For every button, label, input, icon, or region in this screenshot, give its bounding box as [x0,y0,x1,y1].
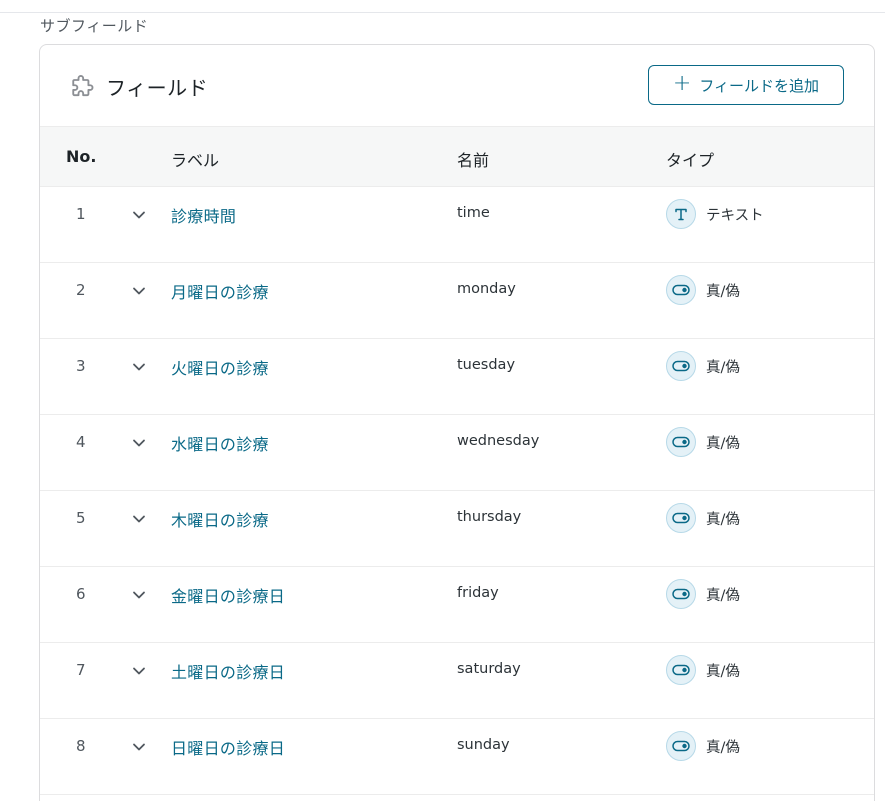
field-label-link[interactable]: 木曜日の診療 [171,507,269,531]
field-label-link[interactable]: 土曜日の診療日 [171,659,285,683]
chevron-down-icon[interactable] [131,435,147,451]
text-type-icon [666,199,696,229]
toggle-type-icon [666,351,696,381]
row-number: 4 [76,433,86,451]
row-number: 3 [76,357,86,375]
table-row: 1 診療時間 time テキスト [40,187,874,263]
field-type: 真/偽 [706,740,740,756]
toggle-type-icon [666,579,696,609]
add-field-button-label: フィールドを追加 [699,76,820,95]
column-header-name: 名前 [457,151,490,170]
field-label-link[interactable]: 日曜日の診療日 [171,735,285,759]
field-label-link[interactable]: 月曜日の診療 [171,279,269,303]
row-number: 1 [76,205,86,223]
field-type: 真/偽 [706,588,740,604]
row-number: 8 [76,737,86,755]
chevron-down-icon[interactable] [131,739,147,755]
row-number: 6 [76,585,86,603]
fields-panel: フィールド + フィールドを追加 No. ラベル 名前 タイプ 1 診療時間 tim… [39,44,875,801]
toggle-type-icon [666,655,696,685]
field-name: tuesday [457,357,516,373]
chevron-down-icon[interactable] [131,359,147,375]
field-name: wednesday [457,433,540,449]
chevron-down-icon[interactable] [131,663,147,679]
puzzle-icon [68,73,96,101]
field-type: 真/偽 [706,664,740,680]
toggle-type-icon [666,427,696,457]
table-row: 2 月曜日の診療 monday 真/偽 [40,263,874,339]
section-label: サブフィールド [40,17,149,35]
add-field-button[interactable]: + フィールドを追加 [648,65,844,105]
field-name: saturday [457,661,521,677]
table-row: 7 土曜日の診療日 saturday 真/偽 [40,643,874,719]
chevron-down-icon[interactable] [131,207,147,223]
field-label-link[interactable]: 水曜日の診療 [171,431,269,455]
field-type: 真/偽 [706,512,740,528]
field-type: テキスト [706,208,764,224]
toggle-type-icon [666,731,696,761]
field-type: 真/偽 [706,436,740,452]
panel-header: フィールド + フィールドを追加 [40,45,874,126]
toggle-type-icon [666,275,696,305]
field-type: 真/偽 [706,360,740,376]
table-row: 5 木曜日の診療 thursday 真/偽 [40,491,874,567]
table-row: 3 火曜日の診療 tuesday 真/偽 [40,339,874,415]
table-body: 1 診療時間 time テキスト 2 月曜日の診療 monday 真/偽 3 火曜日の診療 tues… [40,187,874,795]
table-row: 8 日曜日の診療日 sunday 真/偽 [40,719,874,795]
top-divider [0,12,885,13]
field-label-link[interactable]: 診療時間 [171,203,236,227]
field-name: time [457,205,490,221]
chevron-down-icon[interactable] [131,283,147,299]
field-label-link[interactable]: 金曜日の診療日 [171,583,285,607]
chevron-down-icon[interactable] [131,587,147,603]
row-number: 7 [76,661,86,679]
row-number: 5 [76,509,86,527]
field-label-link[interactable]: 火曜日の診療 [171,355,269,379]
panel-title: フィールド [106,76,209,100]
field-name: friday [457,585,499,601]
plus-icon: + [672,71,692,96]
column-header-label: ラベル [171,151,220,170]
column-header-type: タイプ [666,151,715,170]
field-name: sunday [457,737,510,753]
table-row: 6 金曜日の診療日 friday 真/偽 [40,567,874,643]
toggle-type-icon [666,503,696,533]
field-name: thursday [457,509,522,525]
table-row: 4 水曜日の診療 wednesday 真/偽 [40,415,874,491]
field-type: 真/偽 [706,284,740,300]
table-header: No. ラベル 名前 タイプ [40,126,874,187]
chevron-down-icon[interactable] [131,511,147,527]
column-header-no: No. [66,147,97,166]
field-name: monday [457,281,516,297]
row-number: 2 [76,281,86,299]
